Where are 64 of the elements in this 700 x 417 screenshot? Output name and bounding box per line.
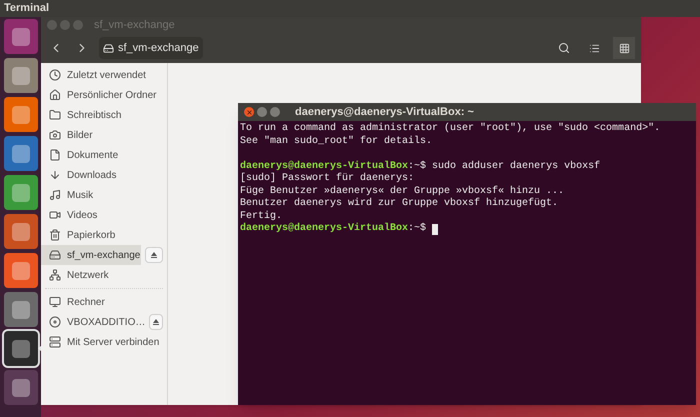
maximize-button[interactable]	[270, 107, 280, 117]
launcher-icon[interactable]	[4, 175, 38, 210]
prompt-user: daenerys@daenerys-VirtualBox	[240, 160, 408, 172]
close-icon	[246, 108, 252, 116]
terminal-output: Fertig.	[240, 210, 282, 222]
launcher-icon[interactable]	[4, 253, 38, 288]
window-title: sf_vm-exchange	[94, 18, 175, 33]
sidebar-icon	[49, 316, 61, 328]
sidebar-item[interactable]: Papierkorb	[41, 225, 163, 245]
sidebar-item[interactable]: Persönlicher Ordner	[41, 85, 163, 105]
sidebar-icon	[49, 209, 61, 221]
sidebar-icon	[49, 129, 61, 141]
sidebar-icon	[49, 149, 61, 161]
terminal-command: sudo adduser daenerys vboxsf	[432, 160, 600, 173]
sidebar-item[interactable]: Dokumente	[41, 145, 163, 165]
grid-view-button[interactable]	[613, 37, 635, 59]
prompt-user: daenerys@daenerys-VirtualBox	[240, 223, 408, 236]
prompt-path: :~$	[408, 160, 426, 172]
sidebar-icon	[49, 189, 61, 201]
sidebar-item[interactable]: Videos	[41, 205, 163, 225]
minimize-button[interactable]	[257, 107, 267, 117]
sidebar-item[interactable]: Schreibtisch	[41, 105, 163, 125]
launcher-icon[interactable]	[4, 136, 38, 171]
close-button[interactable]	[244, 107, 254, 117]
eject-button[interactable]	[149, 314, 163, 330]
sidebar-icon	[49, 249, 61, 261]
eject-icon	[150, 251, 158, 259]
launcher-icon[interactable]	[4, 97, 38, 132]
terminal-output: Füge Benutzer »daenerys« der Gruppe »vboxsf« hinzu ...	[240, 186, 564, 198]
sidebar-item[interactable]: VBOXADDITIO…	[41, 312, 146, 332]
top-bar-title: Terminal	[4, 1, 50, 16]
terminal-output: To run a command as administrator (user "root"), use "sudo <command>".	[240, 123, 660, 136]
sidebar-item[interactable]: Musik	[41, 185, 163, 205]
sidebar-item[interactable]: Mit Server verbinden	[41, 332, 163, 352]
launcher-icon[interactable]	[4, 292, 38, 327]
sidebar-item[interactable]: sf_vm-exchange	[41, 245, 141, 265]
launcher-icon[interactable]	[4, 19, 38, 54]
grid-icon	[618, 42, 630, 54]
launcher-icon[interactable]	[4, 58, 38, 93]
sidebar-item[interactable]: Rechner	[41, 292, 163, 312]
sidebar-icon	[49, 109, 61, 121]
sidebar-icon	[49, 296, 61, 308]
terminal-output: Benutzer daenerys wird zur Gruppe vboxsf hinzugefügt.	[240, 198, 558, 210]
terminal-output: See "man sudo_root" for details.	[240, 136, 432, 148]
sidebar-icon	[49, 336, 61, 348]
sidebar-icon	[49, 269, 61, 281]
prompt-path: :~$	[408, 223, 426, 236]
sidebar-icon	[49, 69, 61, 81]
eject-button[interactable]	[145, 247, 163, 263]
path-button[interactable]: sf_vm-exchange	[99, 37, 203, 59]
search-icon	[558, 42, 570, 54]
eject-icon	[152, 318, 160, 326]
drive-icon	[103, 42, 114, 54]
sidebar-item[interactable]: Downloads	[41, 165, 163, 185]
sidebar-item[interactable]: Zuletzt verwendet	[41, 65, 163, 85]
window-title: daenerys@daenerys-VirtualBox: ~	[295, 104, 474, 120]
sidebar-icon	[49, 89, 61, 101]
terminal-output: [sudo] Passwort für daenerys:	[240, 173, 414, 186]
launcher-icon[interactable]	[4, 214, 38, 249]
sidebar-item[interactable]: Netzwerk	[41, 265, 163, 285]
launcher-icon[interactable]	[4, 331, 38, 366]
sidebar-icon	[49, 169, 61, 181]
sidebar-icon	[49, 229, 61, 241]
sidebar-item[interactable]: Bilder	[41, 125, 163, 145]
